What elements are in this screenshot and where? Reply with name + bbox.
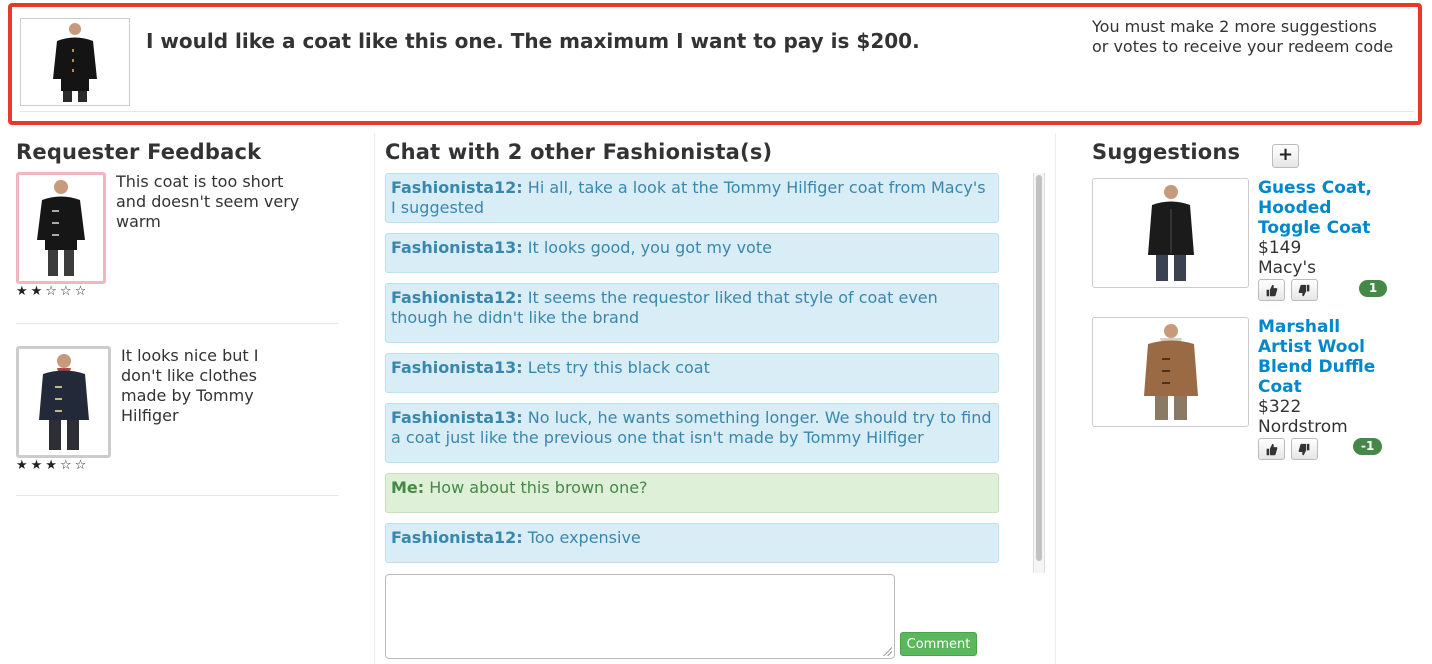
brown-duffle-coat-photo-icon	[1143, 324, 1198, 420]
add-suggestion-button[interactable]: +	[1272, 144, 1299, 168]
comment-button[interactable]: Comment	[900, 632, 977, 656]
request-status-line1: You must make 2 more suggestions	[1092, 17, 1377, 36]
feedback-item: This coat is too short and doesn't seem …	[16, 172, 338, 324]
suggestion-name-link[interactable]: Guess Coat, Hooded Toggle Coat	[1258, 178, 1388, 238]
chat-text: Lets try this black coat	[527, 358, 710, 377]
star-rating: ★★☆☆☆	[16, 284, 90, 299]
chat-author: Fashionista12:	[391, 528, 523, 547]
suggestion-image[interactable]	[1092, 178, 1249, 288]
chat-message: Fashionista13: It looks good, you got my…	[385, 233, 999, 273]
thumbs-up-button[interactable]	[1258, 438, 1285, 460]
thumbs-down-button[interactable]	[1291, 438, 1318, 460]
star-rating: ★★★☆☆	[16, 458, 90, 473]
chat-message-mine: Me: How about this brown one?	[385, 473, 999, 513]
request-status: You must make 2 more suggestions or vote…	[1092, 17, 1422, 57]
suggestion-card: Marshall Artist Wool Blend Duffle Coat $…	[1092, 317, 1422, 460]
thumbs-down-icon	[1298, 284, 1310, 296]
vote-count-badge: 1	[1359, 280, 1387, 297]
chat-input[interactable]	[385, 574, 895, 659]
black-duffle-coat-photo-icon	[37, 180, 85, 276]
feedback-text: This coat is too short and doesn't seem …	[116, 172, 300, 231]
request-status-line2: or votes to receive your redeem code	[1092, 37, 1394, 56]
feedback-coat-image[interactable]	[16, 346, 111, 458]
chat-author: Fashionista13:	[391, 358, 523, 377]
suggestion-image[interactable]	[1092, 317, 1249, 427]
suggestion-card: Guess Coat, Hooded Toggle Coat $149 Macy…	[1092, 178, 1422, 301]
divider	[20, 111, 1414, 112]
suggestion-price: $149	[1258, 238, 1302, 258]
suggestions-column: Suggestions + Guess Coat, Hooded Toggle …	[1092, 140, 1422, 460]
thumbs-up-icon	[1266, 443, 1278, 455]
chat-author: Fashionista13:	[391, 408, 523, 427]
chat-author: Fashionista13:	[391, 238, 523, 257]
chat-text: How about this brown one?	[429, 478, 648, 497]
thumbs-up-button[interactable]	[1258, 279, 1285, 301]
suggestions-title: Suggestions	[1092, 140, 1241, 164]
suggestion-store: Nordstrom	[1258, 417, 1348, 437]
black-coat-photo-icon	[53, 23, 97, 102]
suggestion-name-link[interactable]: Marshall Artist Wool Blend Duffle Coat	[1258, 317, 1388, 397]
chat-message: Fashionista12: Too expensive	[385, 523, 999, 563]
thumbs-down-button[interactable]	[1291, 279, 1318, 301]
chat-message: Fashionista12: Hi all, take a look at th…	[385, 173, 999, 223]
chat-author: Fashionista12:	[391, 178, 523, 197]
chat-text: Too expensive	[527, 528, 641, 547]
chat-message: Fashionista13: Lets try this black coat	[385, 353, 999, 393]
navy-duffle-coat-photo-icon	[38, 354, 89, 450]
chat-author: Fashionista12:	[391, 288, 523, 307]
chat-text: It looks good, you got my vote	[527, 238, 772, 257]
vote-count-badge: -1	[1353, 438, 1383, 455]
chat-message: Fashionista12: It seems the requestor li…	[385, 283, 999, 343]
feedback-text: It looks nice but I don't like clothes m…	[121, 346, 259, 425]
black-hooded-coat-photo-icon	[1147, 185, 1194, 281]
chat-panel: Chat with 2 other Fashionista(s) Fashion…	[374, 133, 1056, 664]
request-text: I would like a coat like this one. The m…	[146, 29, 920, 53]
thumbs-down-icon	[1298, 443, 1310, 455]
thumbs-up-icon	[1266, 284, 1278, 296]
suggestion-store: Macy's	[1258, 258, 1317, 278]
chat-title: Chat with 2 other Fashionista(s)	[385, 140, 773, 164]
chat-scrollbar[interactable]	[1033, 173, 1045, 573]
request-coat-image	[20, 18, 130, 106]
chat-message: Fashionista13: No luck, he wants somethi…	[385, 403, 999, 463]
chat-log[interactable]: Fashionista12: Hi all, take a look at th…	[385, 173, 999, 573]
chat-author: Me:	[391, 478, 425, 497]
feedback-column: Requester Feedback This coat is too shor…	[16, 140, 338, 496]
feedback-title: Requester Feedback	[16, 140, 262, 164]
suggestion-price: $322	[1258, 397, 1302, 417]
feedback-item: It looks nice but I don't like clothes m…	[16, 324, 338, 496]
scrollbar-thumb[interactable]	[1036, 175, 1042, 561]
request-banner: I would like a coat like this one. The m…	[8, 3, 1422, 125]
feedback-coat-image[interactable]	[16, 172, 106, 284]
